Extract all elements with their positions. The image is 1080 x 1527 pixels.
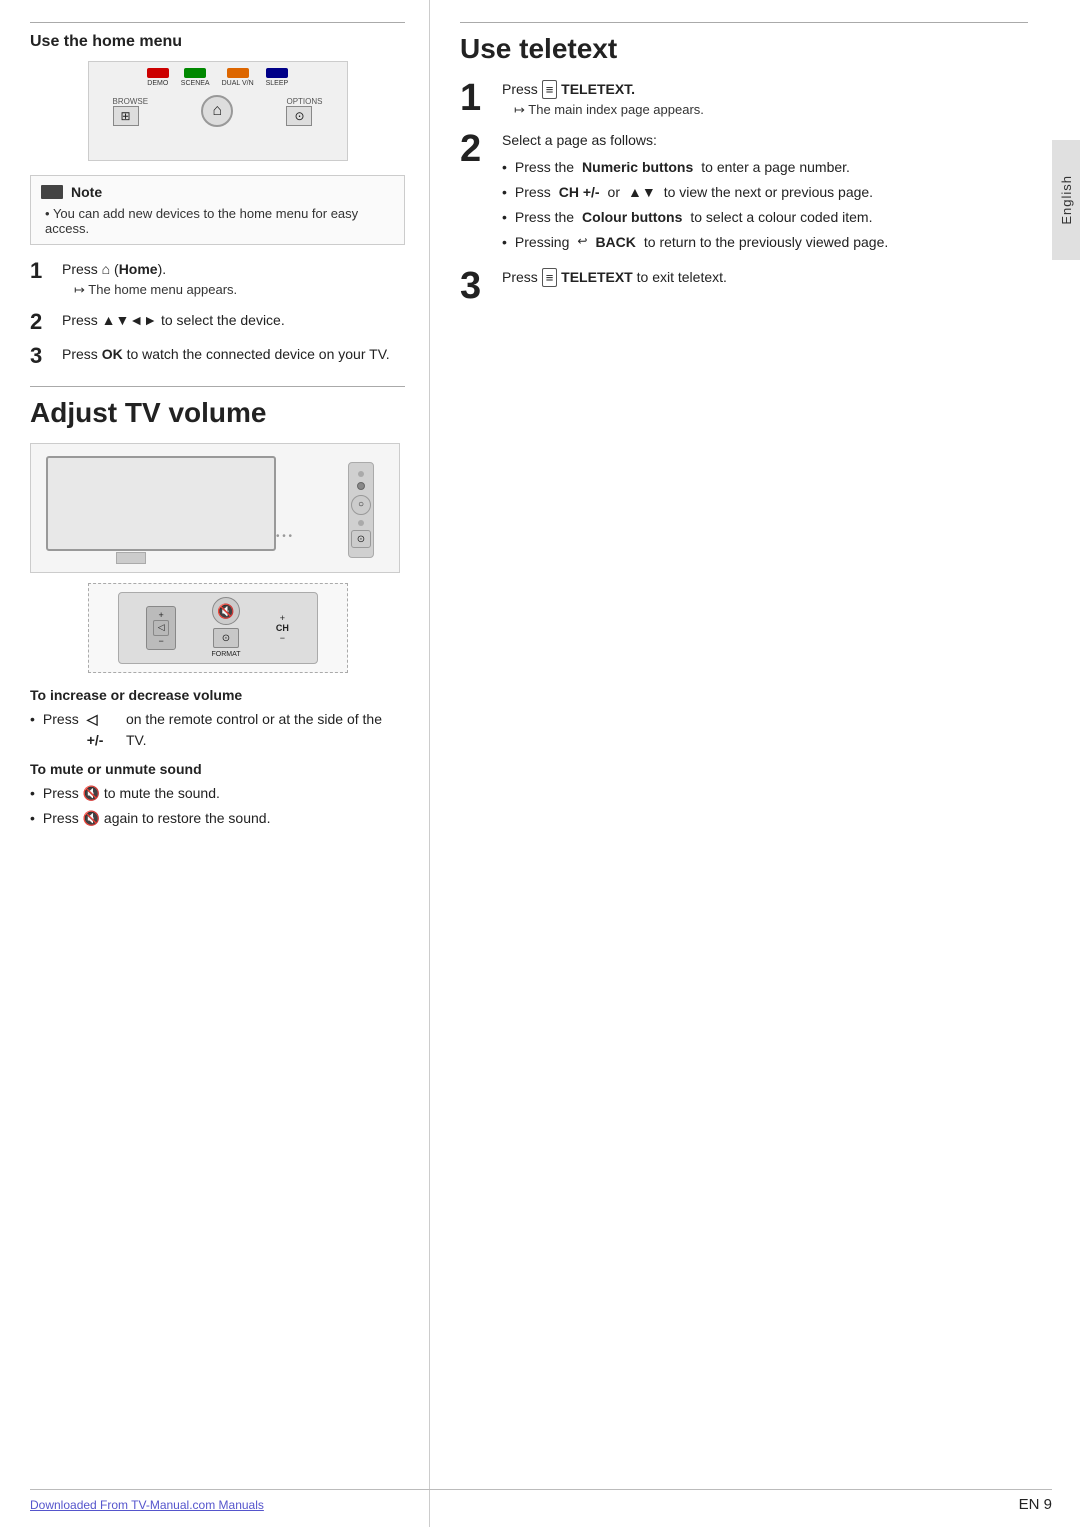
tv-side-mockup: • • • ○ ⊙: [31, 444, 399, 572]
remote-detail-body: + ◁ − 🔇 ⊙ FORMAT: [118, 592, 318, 664]
home-step-1: 1 Press ⌂ (Home). ↦ The home menu appear…: [30, 259, 405, 300]
demo-btn: DEMO: [147, 68, 169, 87]
step-num-3: 3: [30, 344, 52, 368]
back-icon: ↩: [577, 232, 587, 253]
options-icon: OPTIONS ⊙: [286, 97, 322, 126]
ctrl-dot-1: [358, 471, 364, 477]
format-label: FORMAT: [211, 651, 240, 658]
mute-area: 🔇 ⊙ FORMAT: [211, 597, 240, 658]
teletext-step-content-2: Select a page as follows: Press the Nume…: [502, 130, 1028, 257]
sleep-label: SLEEP: [266, 80, 289, 87]
adjust-tv-title: Adjust TV volume: [30, 397, 405, 429]
ctrl-dot-2: [357, 482, 365, 490]
menu-top-bar: DEMO SCENEA DUAL V/N SLEEP: [89, 62, 347, 91]
teletext-title: Use teletext: [460, 33, 1028, 65]
home-button: ⌂: [201, 95, 233, 127]
format-btn: ⊙: [213, 628, 239, 648]
menu-middle: BROWSE ⊞ ⌂ OPTIONS ⊙: [89, 91, 347, 131]
format-area: ⊙: [213, 628, 239, 648]
speaker-dots: • • •: [276, 531, 292, 542]
left-column: Use the home menu DEMO SCENEA: [0, 0, 430, 1527]
teletext-icon-1: ≡: [542, 80, 558, 99]
mute-btn: 🔇: [212, 597, 240, 625]
bullet-note: •: [45, 206, 53, 221]
step-num-2: 2: [30, 310, 52, 334]
increase-volume-heading: To increase or decrease volume: [30, 687, 405, 703]
step-content-1: Press ⌂ (Home). ↦ The home menu appears.: [62, 259, 405, 300]
note-label: Note: [71, 184, 102, 200]
dual-btn: DUAL V/N: [222, 68, 254, 87]
page-label: EN: [1019, 1496, 1040, 1513]
teletext-step-content-1: Press ≡ TELETEXT. ↦ The main index page …: [502, 79, 1028, 120]
home-menu-title: Use the home menu: [30, 33, 405, 51]
increase-volume-item: Press ◁ +/- on the remote control or at …: [30, 709, 405, 751]
home-menu-image: DEMO SCENEA DUAL V/N SLEEP: [88, 61, 348, 161]
teletext-bullet-1: Press the Numeric buttons to enter a pag…: [502, 157, 1028, 178]
demo-label: DEMO: [147, 80, 168, 87]
teletext-step-num-2: 2: [460, 130, 492, 168]
page-num-val: 9: [1044, 1496, 1052, 1513]
step-arrow-1: ↦ The home menu appears.: [74, 280, 405, 300]
ch-area: + CH −: [276, 613, 289, 643]
teletext-step-content-3: Press ≡ TELETEXT to exit teletext.: [502, 267, 1028, 288]
teletext-step-1: 1 Press ≡ TELETEXT. ↦ The main index pag…: [460, 79, 1028, 120]
teletext-step-num-1: 1: [460, 79, 492, 117]
remote-control-image: + ◁ − 🔇 ⊙ FORMAT: [88, 583, 348, 673]
teletext-arrow-1: ↦ The main index page appears.: [514, 100, 1028, 120]
mute-item-2: Press 🔇 again to restore the sound.: [30, 808, 405, 829]
adjust-tv-section: Adjust TV volume • • •: [30, 386, 405, 829]
right-top-divider: [460, 22, 1028, 23]
home-step-2: 2 Press ▲▼◄► to select the device.: [30, 310, 405, 334]
side-controls: ○ ⊙: [348, 462, 374, 558]
main-content: Use the home menu DEMO SCENEA: [0, 0, 1052, 1527]
page-wrapper: English Use the home menu DEMO: [0, 0, 1080, 1527]
menu-mockup: DEMO SCENEA DUAL V/N SLEEP: [89, 62, 347, 160]
dual-label: DUAL V/N: [222, 80, 254, 87]
volume-divider: [30, 386, 405, 387]
teletext-step-num-3: 3: [460, 267, 492, 305]
tv-side-image: • • • ○ ⊙: [30, 443, 400, 573]
ctrl-menu-btn: ⊙: [351, 530, 371, 548]
mute-heading: To mute or unmute sound: [30, 761, 405, 777]
scenea-label: SCENEA: [181, 80, 210, 87]
top-divider: [30, 22, 405, 23]
language-label: English: [1059, 175, 1074, 225]
ch-label: CH: [276, 623, 289, 633]
page-footer: Downloaded From TV-Manual.com Manuals EN…: [30, 1489, 1052, 1513]
note-header: Note: [41, 184, 394, 200]
page-number: EN 9: [1019, 1496, 1052, 1513]
mute-item-1: Press 🔇 to mute the sound.: [30, 783, 405, 804]
right-column: Use teletext 1 Press ≡ TELETEXT. ↦ The m…: [430, 0, 1052, 1527]
teletext-icon-3: ≡: [542, 268, 558, 287]
tv-stand: [116, 552, 146, 564]
teletext-step-2: 2 Select a page as follows: Press the Nu…: [460, 130, 1028, 257]
browse-button: ⊞: [113, 106, 139, 126]
note-text: • You can add new devices to the home me…: [45, 206, 394, 236]
note-icon: [41, 185, 63, 199]
footer-link[interactable]: Downloaded From TV-Manual.com Manuals: [30, 1498, 264, 1512]
browse-icon: BROWSE ⊞: [113, 97, 149, 126]
teletext-step-3: 3 Press ≡ TELETEXT to exit teletext.: [460, 267, 1028, 305]
home-step-3: 3 Press OK to watch the connected device…: [30, 344, 405, 368]
scenea-btn: SCENEA: [181, 68, 210, 87]
language-tab: English: [1052, 140, 1080, 260]
remote-detail: + ◁ − 🔇 ⊙ FORMAT: [89, 584, 347, 672]
increase-volume-list: Press ◁ +/- on the remote control or at …: [30, 709, 405, 751]
vol-icon: ◁: [153, 620, 169, 636]
teletext-bullet-2: Press CH +/- or ▲▼ to view the next or p…: [502, 182, 1028, 203]
teletext-bullet-3: Press the Colour buttons to select a col…: [502, 207, 1028, 228]
teletext-bullet-4: Pressing ↩ BACK to return to the previou…: [502, 232, 1028, 253]
tv-body: [46, 456, 276, 551]
ctrl-main-btn: ○: [351, 495, 371, 515]
step-content-2: Press ▲▼◄► to select the device.: [62, 310, 405, 331]
vol-plus-btn: + ◁ −: [146, 606, 176, 650]
note-box: Note • You can add new devices to the ho…: [30, 175, 405, 245]
step-num-1: 1: [30, 259, 52, 283]
step-content-3: Press OK to watch the connected device o…: [62, 344, 405, 365]
ctrl-dot-3: [358, 520, 364, 526]
sleep-btn: SLEEP: [266, 68, 289, 87]
options-button: ⊙: [286, 106, 312, 126]
teletext-bullets: Press the Numeric buttons to enter a pag…: [502, 157, 1028, 253]
mute-list: Press 🔇 to mute the sound. Press 🔇 again…: [30, 783, 405, 829]
